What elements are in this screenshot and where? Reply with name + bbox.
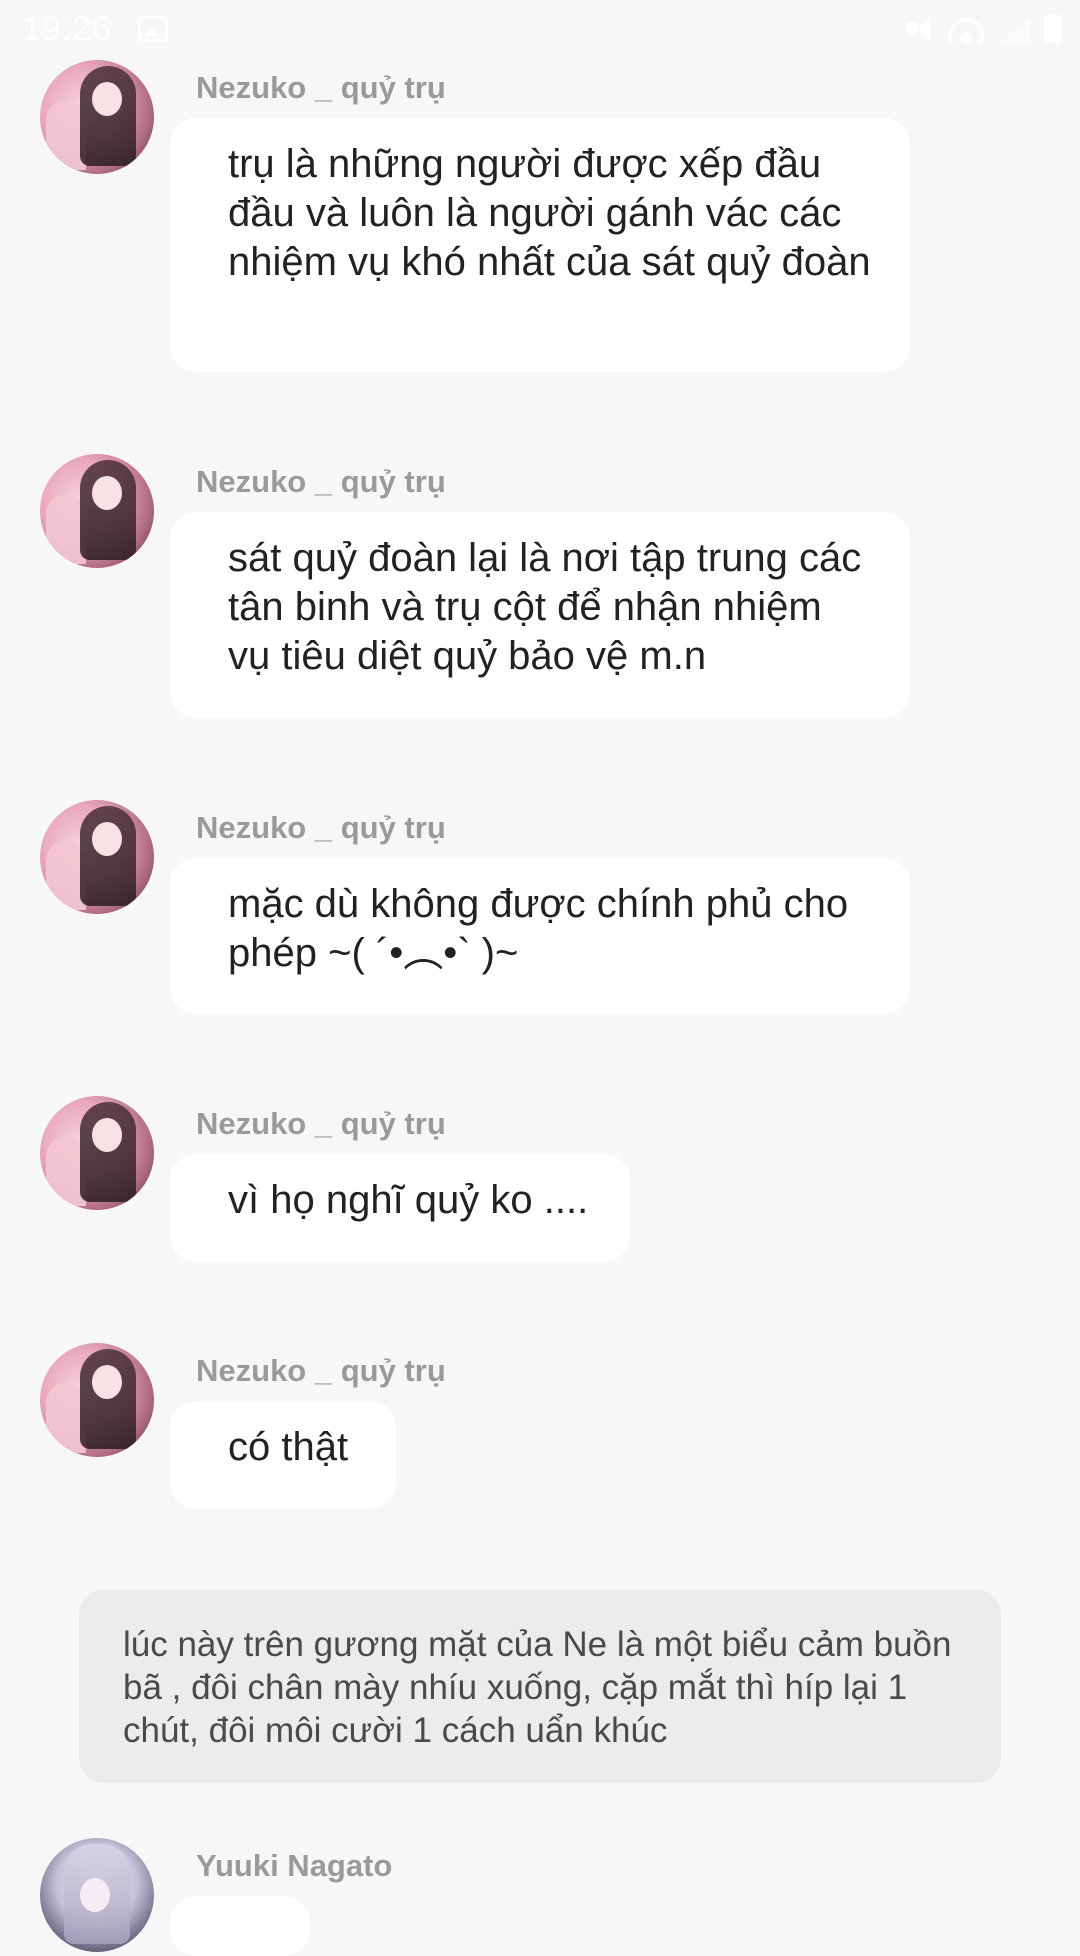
sender-name: Nezuko _ quỷ trụ <box>196 1353 446 1388</box>
narration-block[interactable]: lúc này trên gương mặt của Ne là một biể… <box>79 1589 1001 1783</box>
avatar[interactable] <box>40 1838 154 1952</box>
avatar[interactable] <box>40 454 154 568</box>
sender-name: Nezuko _ quỷ trụ <box>196 464 446 499</box>
sender-name: Nezuko _ quỷ trụ <box>196 810 446 845</box>
status-bar: 19:26 <box>0 0 1080 60</box>
sender-name: Nezuko _ quỷ trụ <box>196 70 446 105</box>
battery-icon <box>1044 15 1062 43</box>
sender-name: Nezuko _ quỷ trụ <box>196 1106 446 1141</box>
avatar[interactable] <box>40 800 154 914</box>
avatar[interactable] <box>40 1343 154 1457</box>
avatar[interactable] <box>40 60 154 174</box>
wifi-icon <box>948 14 984 44</box>
signal-icon <box>998 14 1030 44</box>
avatar[interactable] <box>40 1096 154 1210</box>
status-icons <box>904 14 1062 44</box>
sender-name: Yuuki Nagato <box>196 1848 393 1883</box>
message-bubble[interactable]: mặc dù không được chính phủ cho phép ~( … <box>170 858 910 1014</box>
message-bubble[interactable]: trụ là những người được xếp đầu đầu và l… <box>170 118 910 372</box>
message-bubble[interactable]: có thật <box>170 1401 396 1509</box>
status-time: 19:26 <box>22 10 113 48</box>
gallery-icon <box>138 16 168 42</box>
message-bubble[interactable] <box>170 1896 310 1956</box>
message-bubble[interactable]: vì họ nghĩ quỷ ko .... <box>170 1154 630 1262</box>
message-bubble[interactable]: sát quỷ đoàn lại là nơi tập trung các tâ… <box>170 512 910 718</box>
mute-icon <box>904 14 934 44</box>
